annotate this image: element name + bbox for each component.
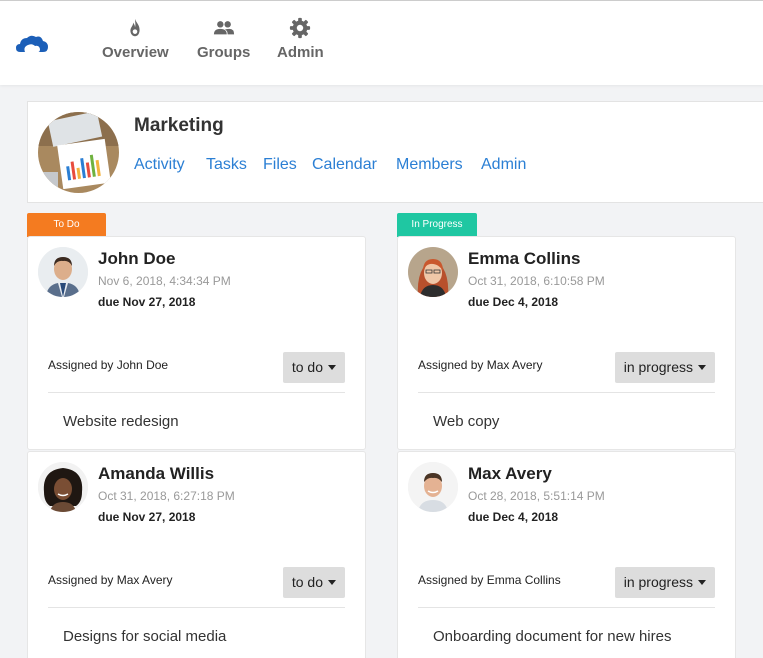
status-dropdown-label: in progress — [623, 359, 693, 375]
assigned-by: Assigned by Max Avery — [48, 573, 173, 587]
assignee-name: Amanda Willis — [98, 464, 215, 483]
task-title: Website redesign — [63, 413, 179, 430]
people-icon — [213, 21, 234, 35]
task-card[interactable]: Max Avery Oct 28, 2018, 5:51:14 PM due D… — [397, 451, 736, 658]
created-date: Oct 28, 2018, 5:51:14 PM — [468, 489, 605, 503]
assignee-name: Max Avery — [468, 464, 552, 483]
status-dropdown[interactable]: in progress — [614, 567, 715, 598]
group-header: Marketing Activity Tasks Files Calendar … — [27, 101, 763, 203]
avatar — [408, 462, 458, 512]
gear-icon — [290, 17, 311, 39]
divider — [48, 392, 345, 393]
top-navbar: Overview Groups Admin — [0, 0, 763, 85]
caret-down-icon — [328, 580, 336, 585]
status-dropdown-label: to do — [291, 574, 323, 590]
assigned-by: Assigned by Emma Collins — [418, 573, 561, 587]
group-avatar — [38, 112, 119, 193]
group-title: Marketing — [134, 115, 224, 136]
task-card[interactable]: John Doe Nov 6, 2018, 4:34:34 PM due Nov… — [27, 236, 366, 450]
created-date: Oct 31, 2018, 6:10:58 PM — [468, 274, 605, 288]
due-date: due Dec 4, 2018 — [468, 295, 559, 309]
task-title: Onboarding document for new hires — [433, 628, 672, 645]
status-dropdown-label: to do — [291, 359, 323, 375]
nav-groups-label: Groups — [197, 44, 251, 61]
created-date: Oct 31, 2018, 6:27:18 PM — [98, 489, 235, 503]
assigned-by: Assigned by Max Avery — [418, 358, 543, 372]
tab-files[interactable]: Files — [263, 156, 297, 174]
nav-groups[interactable]: Groups — [197, 17, 250, 61]
tab-admin[interactable]: Admin — [481, 156, 526, 174]
task-card[interactable]: Emma Collins Oct 31, 2018, 6:10:58 PM du… — [397, 236, 736, 450]
status-dropdown-label: in progress — [623, 574, 693, 590]
tab-tasks[interactable]: Tasks — [206, 156, 247, 174]
avatar — [38, 462, 88, 512]
flame-icon — [130, 18, 140, 37]
task-card[interactable]: Amanda Willis Oct 31, 2018, 6:27:18 PM d… — [27, 451, 366, 658]
caret-down-icon — [698, 580, 706, 585]
avatar — [38, 247, 88, 297]
due-date: due Nov 27, 2018 — [98, 510, 196, 524]
created-date: Nov 6, 2018, 4:34:34 PM — [98, 274, 231, 288]
column-tag-todo: To Do — [27, 213, 106, 237]
due-date: due Dec 4, 2018 — [468, 510, 559, 524]
task-title: Designs for social media — [63, 628, 227, 645]
assignee-name: John Doe — [98, 249, 176, 268]
cloud-logo-icon[interactable] — [14, 32, 50, 56]
due-date: due Nov 27, 2018 — [98, 295, 196, 309]
tab-calendar[interactable]: Calendar — [312, 156, 377, 174]
nav-admin-label: Admin — [277, 44, 324, 61]
nav-admin[interactable]: Admin — [277, 17, 324, 61]
divider — [418, 392, 715, 393]
status-dropdown[interactable]: to do — [282, 352, 345, 383]
assigned-by: Assigned by John Doe — [48, 358, 169, 372]
nav-overview[interactable]: Overview — [102, 17, 169, 61]
caret-down-icon — [698, 365, 706, 370]
status-dropdown[interactable]: to do — [282, 567, 345, 598]
assignee-name: Emma Collins — [468, 249, 581, 268]
caret-down-icon — [328, 365, 336, 370]
column-tag-in-progress: In Progress — [397, 213, 477, 237]
avatar — [408, 247, 458, 297]
nav-overview-label: Overview — [102, 44, 169, 61]
status-dropdown[interactable]: in progress — [614, 352, 715, 383]
tab-activity[interactable]: Activity — [134, 156, 185, 174]
task-title: Web copy — [433, 413, 500, 430]
group-image — [38, 112, 119, 193]
tab-members[interactable]: Members — [396, 156, 463, 174]
divider — [418, 607, 715, 608]
divider — [48, 607, 345, 608]
